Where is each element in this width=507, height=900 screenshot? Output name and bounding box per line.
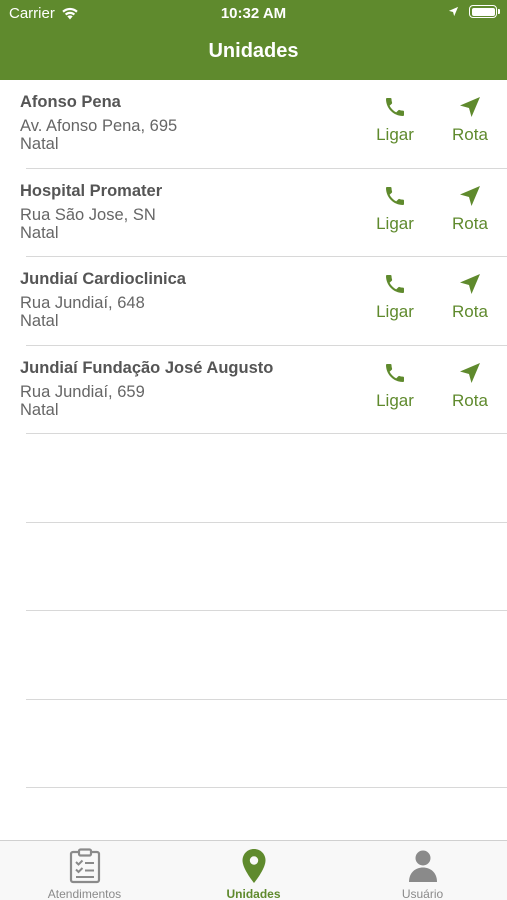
tab-label: Unidades [226,887,281,900]
user-icon [408,850,437,882]
call-label: Ligar [376,125,414,144]
tab-usuario[interactable]: Usuário [338,841,507,900]
phone-icon [386,363,404,382]
unit-city: Natal [20,135,59,153]
tab-label: Usuário [401,887,444,900]
empty-row [0,611,507,700]
page-title: Unidades [208,40,299,62]
route-button[interactable]: Rota [440,95,500,145]
list-item: Hospital Promater Rua São Jose, SN Natal… [0,169,507,258]
map-pin-icon [242,849,265,883]
empty-row [0,700,507,789]
list-item: Jundiaí Fundação José Augusto Rua Jundia… [0,346,507,435]
tab-unidades[interactable]: Unidades [169,841,338,900]
call-label: Ligar [376,302,414,321]
clipboard-icon [69,848,100,884]
route-label: Rota [452,213,488,233]
unit-name: Hospital Promater [20,181,163,200]
navigation-arrow-icon [460,97,480,117]
battery-icon [469,5,500,18]
tab-label: Atendimentos [47,887,122,900]
empty-row [0,434,507,523]
tab-bar: Atendimentos Unidades Usuário [0,840,507,900]
phone-icon [386,98,404,116]
list-item: Afonso Pena Av. Afonso Pena, 695 Natal L… [0,80,507,169]
call-button[interactable]: Ligar [365,272,425,322]
list-item: Jundiaí Cardioclinica Rua Jundiaí, 648 N… [0,257,507,346]
status-right [448,5,500,18]
status-bar: Carrier 10:32 AM [0,0,507,28]
route-label: Rota [452,125,488,144]
navigation-arrow-icon [460,274,480,294]
units-list: Afonso Pena Av. Afonso Pena, 695 Natal L… [0,80,507,788]
unit-city: Natal [20,400,59,419]
call-button[interactable]: Ligar [365,95,425,145]
unit-name: Jundiaí Fundação José Augusto [20,358,274,377]
location-arrow-icon [448,6,459,17]
unit-address: Rua Jundiaí, 659 [20,382,145,401]
route-button[interactable]: Rota [440,272,500,322]
unit-address: Rua Jundiaí, 648 [20,294,145,312]
route-label: Rota [452,390,488,410]
tab-atendimentos[interactable]: Atendimentos [0,841,169,900]
phone-icon [386,275,404,293]
empty-row [0,523,507,612]
route-button[interactable]: Rota [440,184,500,234]
route-label: Rota [452,302,488,321]
route-button[interactable]: Rota [440,361,500,411]
status-time: 10:32 AM [220,5,287,22]
unit-name: Jundiaí Cardioclinica [20,270,186,288]
unit-address: Av. Afonso Pena, 695 [20,117,178,135]
unit-address: Rua São Jose, SN [20,205,156,224]
unit-city: Natal [20,312,59,330]
call-button[interactable]: Ligar [365,361,425,411]
call-button[interactable]: Ligar [365,184,425,234]
unit-city: Natal [20,223,59,242]
phone-icon [386,186,404,205]
navigation-arrow-icon [460,362,480,383]
call-label: Ligar [376,213,414,233]
navigation-header: Carrier 10:32 AM Unidades [0,0,507,80]
navigation-arrow-icon [460,185,480,206]
unit-name: Afonso Pena [20,93,121,111]
call-label: Ligar [376,390,414,410]
